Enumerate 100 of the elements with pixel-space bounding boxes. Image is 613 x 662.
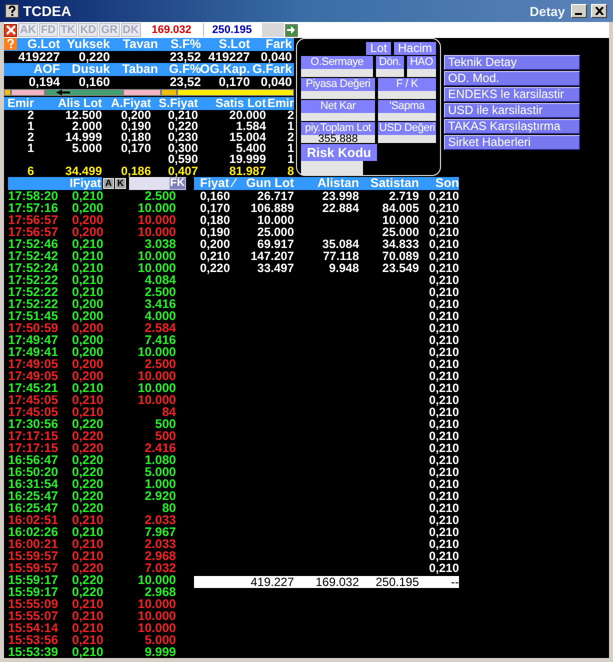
- toggle-button[interactable]: Lot: [366, 42, 391, 55]
- trade-time: 17:17:15: [8, 430, 60, 442]
- table-cell-text: 0,210: [428, 334, 459, 346]
- filter-button[interactable]: FK: [169, 177, 186, 190]
- trade-price: 0,210: [72, 250, 104, 262]
- stat-value: 0,194: [28, 76, 60, 88]
- table-cell-text: 0,210: [428, 202, 459, 214]
- stat-value: 0,040: [260, 76, 292, 88]
- total-cell: 34.499: [65, 166, 102, 178]
- trade-time: 17:56:57: [8, 214, 60, 226]
- trade-price: 0,220: [72, 466, 104, 478]
- value-field: [407, 69, 436, 77]
- trade-time: 15:53:56: [8, 634, 60, 646]
- table-cell-text: 0,210: [428, 298, 459, 310]
- trade-time: 17:49:41: [8, 346, 60, 358]
- trade-lot: 1.080: [144, 454, 176, 466]
- toggle-button[interactable]: Hacim: [394, 42, 436, 55]
- trade-time: 15:55:07: [8, 610, 60, 622]
- menu-button[interactable]: Sirket Haberleri: [444, 135, 580, 150]
- input-field[interactable]: [262, 23, 284, 37]
- total-cell-text: --: [450, 576, 459, 588]
- trade-price: 0,210: [72, 406, 104, 418]
- trade-time: 17:52:22: [8, 286, 60, 298]
- close-button[interactable]: [591, 4, 607, 18]
- stat-value: 419227: [208, 50, 250, 63]
- menu-button[interactable]: USD ile karsilastir: [444, 103, 580, 118]
- field-label: Net Kar: [301, 100, 375, 113]
- trade-lot: 2.033: [144, 514, 176, 526]
- minimize-button[interactable]: [571, 4, 587, 18]
- close-panel-button[interactable]: [4, 24, 17, 36]
- trade-time: 15:59:57: [8, 562, 60, 574]
- table-cell-text: 69.917: [256, 238, 294, 250]
- trade-lot: 5.000: [144, 634, 176, 646]
- menu-button[interactable]: ENDEKS le karsilastir: [444, 87, 580, 102]
- trade-time: 17:57:16: [8, 202, 60, 214]
- stat-value: 0,160: [78, 76, 110, 88]
- table-cell: 5.400: [236, 143, 266, 154]
- table-cell: 12.500: [65, 110, 102, 121]
- trade-time: 16:50:20: [8, 466, 60, 478]
- trade-price: 0,210: [72, 274, 104, 286]
- table-cell-text: 0,210: [428, 190, 459, 202]
- filter-button[interactable]: K: [115, 178, 126, 189]
- trade-time: 16:31:54: [8, 478, 60, 490]
- table-cell-text: 0,170: [199, 202, 232, 214]
- trade-lot: 5.000: [144, 466, 176, 478]
- trade-lot: 2.500: [144, 190, 176, 202]
- trade-time: 17:52:24: [8, 262, 60, 274]
- table-cell: 0,210: [168, 110, 198, 121]
- trade-time: 16:25:47: [8, 502, 60, 514]
- table-cell-text: 33.497: [256, 262, 294, 274]
- trade-lot: 2.968: [144, 586, 176, 598]
- trade-lot: 9.999: [144, 646, 176, 658]
- table-cell-text: 34.833: [381, 238, 419, 250]
- table-cell: 1: [287, 154, 294, 165]
- menu-button[interactable]: OD. Mod.: [444, 71, 580, 86]
- filter-button[interactable]: A: [103, 178, 114, 189]
- table-cell-text: 0,210: [428, 286, 459, 298]
- table-cell-text: 25.000: [256, 226, 294, 238]
- menu-button[interactable]: Teknik Detay: [444, 55, 580, 70]
- table-cell-text: 0,210: [428, 418, 459, 430]
- trade-time: 16:00:21: [8, 538, 60, 550]
- stat-label: G.Fark: [252, 63, 292, 76]
- trade-time: 17:52:22: [8, 274, 60, 286]
- table-cell: 0,170: [120, 143, 151, 154]
- column-header: S.Fiyat: [158, 97, 198, 110]
- trade-price: 0,210: [72, 238, 104, 250]
- trade-price: 0,220: [72, 478, 104, 490]
- trade-lot: 3.038: [144, 238, 176, 250]
- trade-price: 0,200: [72, 226, 104, 238]
- table-cell-text: 0,210: [428, 322, 459, 334]
- column-header: Satistan: [369, 177, 419, 190]
- field-label: Piyasa Değeri: [301, 78, 375, 91]
- stat-value: 0,220: [78, 50, 110, 63]
- menu-button[interactable]: TAKAS Karşılaştırma: [444, 119, 580, 134]
- field-label: HAO: [407, 56, 436, 69]
- table-cell-text: 23.998: [321, 190, 359, 202]
- trade-price: 0,210: [72, 526, 104, 538]
- field-label: Dön.: [376, 56, 404, 69]
- table-cell-text: 0,210: [428, 514, 459, 526]
- trade-time: 17:52:22: [8, 298, 60, 310]
- table-cell-text: 0,210: [428, 442, 459, 454]
- trade-price: 0,200: [72, 346, 104, 358]
- trade-time: 15:54:14: [8, 622, 60, 634]
- trade-lot: 10.000: [136, 610, 176, 622]
- stat-value: 0,040: [260, 50, 292, 63]
- table-cell: 2: [27, 132, 34, 143]
- filter-field[interactable]: [129, 177, 169, 190]
- trade-price: 0,210: [72, 622, 104, 634]
- trade-price: 0,220: [72, 430, 104, 442]
- trade-lot: 7.416: [144, 334, 176, 346]
- trade-lot: 10.000: [136, 214, 176, 226]
- table-cell-text: 147.207: [250, 250, 294, 262]
- trade-time: 17:49:47: [8, 334, 60, 346]
- go-button[interactable]: [284, 24, 298, 36]
- trade-price: 0,210: [72, 598, 104, 610]
- table-cell: 0,190: [120, 121, 151, 132]
- trade-lot: 4.084: [144, 274, 176, 286]
- value-field: 355.888: [301, 135, 375, 143]
- trade-lot: 1.000: [144, 478, 176, 490]
- table-cell: 2: [287, 110, 294, 121]
